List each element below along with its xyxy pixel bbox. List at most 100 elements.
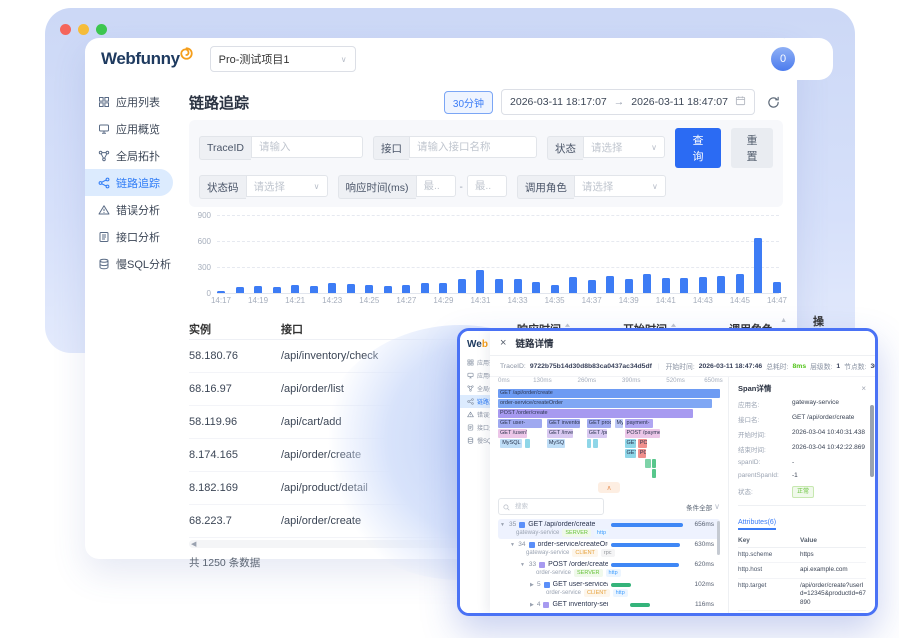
collapse-button[interactable]: ∧: [598, 482, 620, 493]
api-filter: 接口: [373, 136, 537, 160]
sidebar-item-list[interactable]: 接口分析: [460, 421, 490, 434]
span-tree-row[interactable]: ▶5GET user-service/user/info102msorder-s…: [498, 579, 720, 599]
sidebar-item-grid[interactable]: 应用列表: [460, 356, 490, 369]
status-code-select[interactable]: 请选择 ∨: [246, 175, 328, 197]
span-segment[interactable]: GET product-: [587, 419, 611, 428]
api-input[interactable]: [409, 136, 537, 158]
span-segment[interactable]: GET /user/info: [498, 429, 527, 438]
span-segment[interactable]: POST: [638, 449, 646, 458]
sidebar-item-monitor[interactable]: 应用概览: [460, 369, 490, 382]
chart-bar: [551, 285, 559, 293]
sidebar-item-topology[interactable]: 全局拓扑: [85, 142, 173, 169]
separator: |: [658, 363, 660, 370]
span-segment[interactable]: GET /api/order/create: [498, 389, 720, 398]
span-segment[interactable]: [652, 469, 655, 478]
scroll-left-icon[interactable]: ◀: [189, 540, 196, 548]
span-segment[interactable]: [525, 439, 531, 448]
response-time-min-input[interactable]: [416, 175, 456, 197]
span-search-input[interactable]: [513, 502, 587, 511]
role-select[interactable]: 请选择 ∨: [574, 175, 666, 197]
time-range-chip[interactable]: 30分钟: [444, 91, 493, 114]
traffic-light-2[interactable]: [96, 24, 107, 35]
attributes-header: Key Value: [738, 533, 866, 548]
sidebar-item-label: 应用概览: [116, 121, 160, 137]
waterfall-row: order-service/createOrder: [498, 399, 720, 408]
traffic-light-0[interactable]: [60, 24, 71, 35]
attr-key-header: Key: [738, 537, 800, 544]
span-name: GET /api/order/create: [528, 521, 595, 528]
close-icon[interactable]: ×: [861, 384, 866, 393]
span-tree-row[interactable]: ▼34order-service/createOrder630msgateway…: [498, 539, 720, 559]
span-segment[interactable]: GET/st: [625, 439, 636, 448]
status-select[interactable]: 请选择 ∨: [583, 136, 665, 158]
span-segment[interactable]: MySQL: [500, 439, 522, 448]
trace-icon: [98, 177, 110, 189]
traceid-input[interactable]: [251, 136, 363, 158]
span-segment[interactable]: [587, 439, 591, 448]
span-segment[interactable]: [593, 439, 597, 448]
sidebar-item-topology[interactable]: 全局拓扑: [460, 382, 490, 395]
span-tree-row[interactable]: ▶4GET inventory-service/check116ms: [498, 599, 720, 610]
sidebar-item-list[interactable]: 接口分析: [85, 223, 173, 250]
duration-bar: [611, 543, 680, 547]
span-segment[interactable]: GET/b: [625, 449, 636, 458]
sidebar-item-database[interactable]: 慢SQL分析: [460, 434, 490, 447]
chip-client: CLIENT: [584, 589, 610, 597]
span-tree-row[interactable]: ▼33POST /order/create620msorder-serviceS…: [498, 559, 720, 579]
span-search[interactable]: [498, 498, 604, 515]
instance-cell: 68.223.7: [189, 515, 281, 527]
span-segment[interactable]: POST /payment/create: [625, 429, 661, 438]
sidebar-item-database[interactable]: 慢SQL分析: [85, 250, 173, 277]
span-segment[interactable]: MySQL: [615, 419, 624, 428]
duration-bar-zone: [611, 583, 683, 587]
sidebar-item-trace[interactable]: 链路追踪: [85, 169, 173, 196]
close-icon[interactable]: ×: [500, 337, 506, 349]
span-panel-scrollbar[interactable]: [870, 405, 874, 477]
column-header-实例: 实例: [189, 321, 281, 337]
scroll-up-icon[interactable]: ▲: [780, 317, 787, 324]
sidebar-item-warning[interactable]: 错误分析: [460, 408, 490, 421]
caret-down-icon[interactable]: ▼: [500, 522, 506, 528]
span-segment[interactable]: GET /inventory/st: [547, 429, 574, 438]
span-segment[interactable]: order-service/createOrder: [498, 399, 712, 408]
span-segment[interactable]: POST: [638, 439, 647, 448]
sidebar-item-trace[interactable]: 链路追踪: [460, 395, 490, 408]
filter-all-dropdown[interactable]: 条件全部 ∨: [686, 502, 720, 512]
start-time-value: 2026-03-11 18:47:46: [699, 363, 763, 370]
caret-down-icon[interactable]: ▼: [510, 542, 515, 548]
span-segment[interactable]: MySQ: [547, 439, 565, 448]
span-segment[interactable]: GET /product/: [587, 429, 607, 438]
chart-bar: [514, 279, 522, 293]
span-segment[interactable]: payment-: [625, 419, 654, 428]
response-time-max-input[interactable]: [467, 175, 507, 197]
y-axis-tick: 600: [189, 237, 211, 246]
sidebar-item-warning[interactable]: 错误分析: [85, 196, 173, 223]
query-button[interactable]: 查 询: [675, 128, 721, 168]
span-tree-row[interactable]: ▼35GET /api/order/create656msgateway-ser…: [498, 519, 720, 539]
tree-scrollbar[interactable]: [717, 521, 720, 555]
reset-button[interactable]: 重 置: [731, 128, 773, 168]
span-segment[interactable]: [652, 459, 655, 468]
traffic-light-1[interactable]: [78, 24, 89, 35]
waterfall-row: GET user- GET inventory- GET product- MySQL…: [498, 419, 720, 428]
caret-right-icon[interactable]: ▶: [530, 602, 534, 608]
tab-attributes[interactable]: Attributes(6): [738, 519, 776, 530]
date-range-picker[interactable]: 2026-03-11 18:17:07 → 2026-03-11 18:47:0…: [501, 89, 755, 115]
sidebar-item-grid[interactable]: 应用列表: [85, 88, 173, 115]
filter-panel: TraceID 接口 状态 请选择 ∨: [189, 120, 783, 207]
span-field: 接口名:GET /api/order/create: [738, 414, 866, 424]
span-segment[interactable]: GET user-: [498, 419, 542, 428]
caret-down-icon[interactable]: ▼: [520, 562, 526, 568]
span-segment[interactable]: GET inventory-: [547, 419, 580, 428]
span-segment[interactable]: POST /order/create: [498, 409, 693, 418]
caret-right-icon[interactable]: ▶: [530, 582, 534, 588]
span-segment[interactable]: [645, 459, 652, 468]
grid-icon: [98, 96, 110, 108]
project-select[interactable]: Pro-测试项目1 ∨: [210, 46, 356, 72]
user-badge[interactable]: 0: [771, 47, 795, 71]
span-tree: ▼35GET /api/order/create656msgateway-ser…: [498, 519, 720, 616]
refresh-icon[interactable]: [763, 92, 783, 112]
span-detail-panel: Span详情 × 应用名:gateway-service接口名:GET /api…: [728, 377, 875, 613]
mini-app-strip: Web 应用列表应用概览全局拓扑链路追踪错误分析接口分析慢SQL分析: [460, 331, 490, 613]
sidebar-item-monitor[interactable]: 应用概览: [85, 115, 173, 142]
